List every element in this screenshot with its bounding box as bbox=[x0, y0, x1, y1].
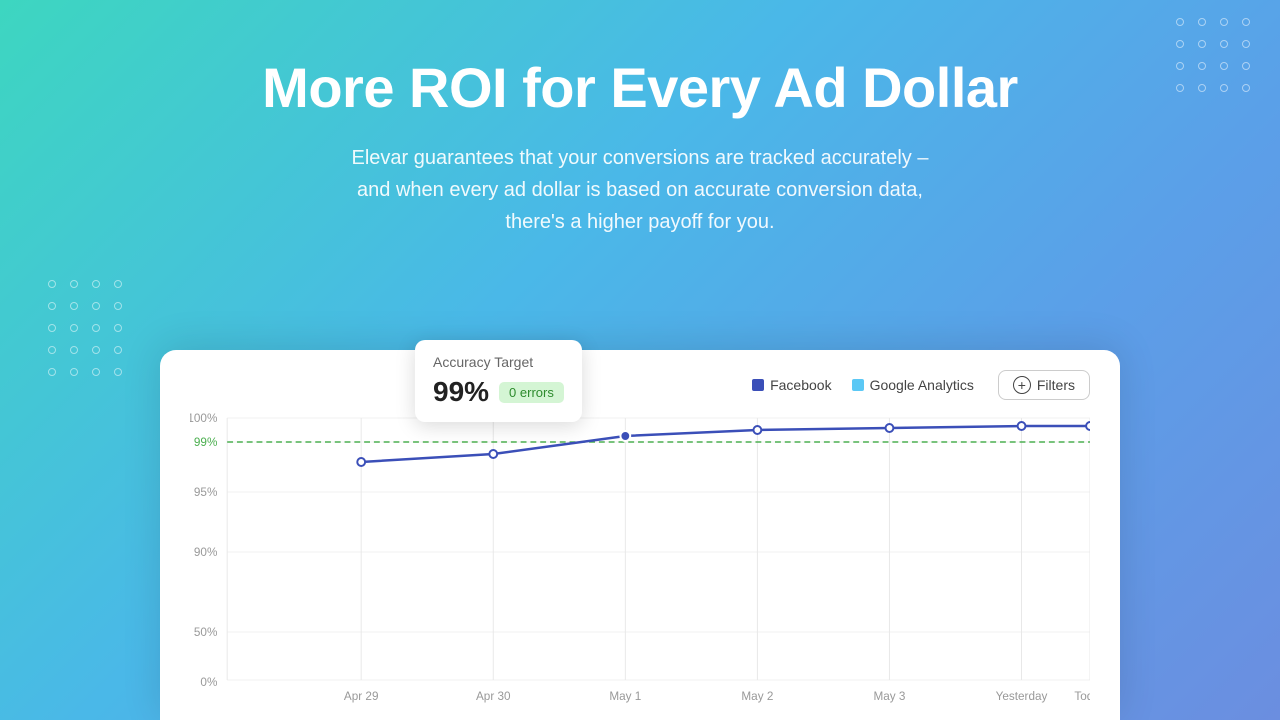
facebook-legend-dot bbox=[752, 379, 764, 391]
dot bbox=[70, 302, 78, 310]
x-label-may1: May 1 bbox=[609, 689, 641, 703]
x-label-today: Today bbox=[1074, 689, 1090, 703]
tooltip-percentage: 99% bbox=[433, 376, 489, 408]
dot bbox=[48, 368, 56, 376]
filters-button[interactable]: + Filters bbox=[998, 370, 1090, 400]
legend-item-facebook: Facebook bbox=[752, 377, 831, 393]
dot bbox=[92, 324, 100, 332]
fb-point-may1 bbox=[620, 431, 630, 441]
tooltip-errors-badge: 0 errors bbox=[499, 382, 564, 403]
tooltip-value-row: 99% 0 errors bbox=[433, 376, 564, 408]
dot bbox=[114, 346, 122, 354]
dot bbox=[92, 280, 100, 288]
y-label-99: 99% bbox=[194, 435, 218, 449]
dot bbox=[70, 368, 78, 376]
dot bbox=[114, 280, 122, 288]
chart-svg: 100% 99% 95% 90% 50% 0% bbox=[190, 408, 1090, 703]
fb-point-may2 bbox=[753, 426, 761, 434]
dot bbox=[48, 302, 56, 310]
facebook-line bbox=[361, 426, 1090, 462]
filters-plus-icon: + bbox=[1013, 376, 1031, 394]
fb-point-today bbox=[1086, 422, 1090, 430]
x-label-may3: May 3 bbox=[873, 689, 905, 703]
chart-container: Facebook Google Analytics + Filters Accu… bbox=[160, 350, 1120, 720]
hero-subtitle: Elevar guarantees that your conversions … bbox=[210, 142, 1070, 238]
dot bbox=[92, 368, 100, 376]
dot-grid-left bbox=[48, 280, 122, 376]
x-label-apr30: Apr 30 bbox=[476, 689, 511, 703]
google-analytics-label: Google Analytics bbox=[870, 377, 974, 393]
dot bbox=[92, 346, 100, 354]
x-label-may2: May 2 bbox=[741, 689, 773, 703]
dot bbox=[70, 280, 78, 288]
chart-header: Facebook Google Analytics + Filters bbox=[190, 370, 1090, 400]
dot bbox=[48, 280, 56, 288]
dot bbox=[114, 324, 122, 332]
x-label-yesterday: Yesterday bbox=[996, 689, 1048, 703]
dot bbox=[70, 346, 78, 354]
fb-point-yesterday bbox=[1018, 422, 1026, 430]
dot bbox=[114, 368, 122, 376]
hero-title: More ROI for Every Ad Dollar bbox=[0, 55, 1280, 120]
chart-svg-area: 100% 99% 95% 90% 50% 0% bbox=[190, 408, 1090, 703]
fb-point-apr30 bbox=[489, 450, 497, 458]
y-label-100: 100% bbox=[190, 411, 218, 425]
y-label-0: 0% bbox=[200, 675, 217, 689]
dot bbox=[92, 302, 100, 310]
y-label-95: 95% bbox=[194, 485, 218, 499]
y-label-50: 50% bbox=[194, 625, 218, 639]
legend-item-google-analytics: Google Analytics bbox=[852, 377, 974, 393]
y-label-90: 90% bbox=[194, 545, 218, 559]
dot bbox=[48, 346, 56, 354]
google-analytics-legend-dot bbox=[852, 379, 864, 391]
dot bbox=[114, 302, 122, 310]
tooltip-title: Accuracy Target bbox=[433, 354, 564, 370]
dot bbox=[70, 324, 78, 332]
chart-legend: Facebook Google Analytics bbox=[752, 377, 974, 393]
filters-label: Filters bbox=[1037, 377, 1075, 393]
facebook-label: Facebook bbox=[770, 377, 831, 393]
x-label-apr29: Apr 29 bbox=[344, 689, 379, 703]
fb-point-may3 bbox=[886, 424, 894, 432]
hero-section: More ROI for Every Ad Dollar Elevar guar… bbox=[0, 0, 1280, 238]
dot bbox=[48, 324, 56, 332]
fb-point-apr29 bbox=[357, 458, 365, 466]
chart-tooltip: Accuracy Target 99% 0 errors bbox=[415, 340, 582, 422]
